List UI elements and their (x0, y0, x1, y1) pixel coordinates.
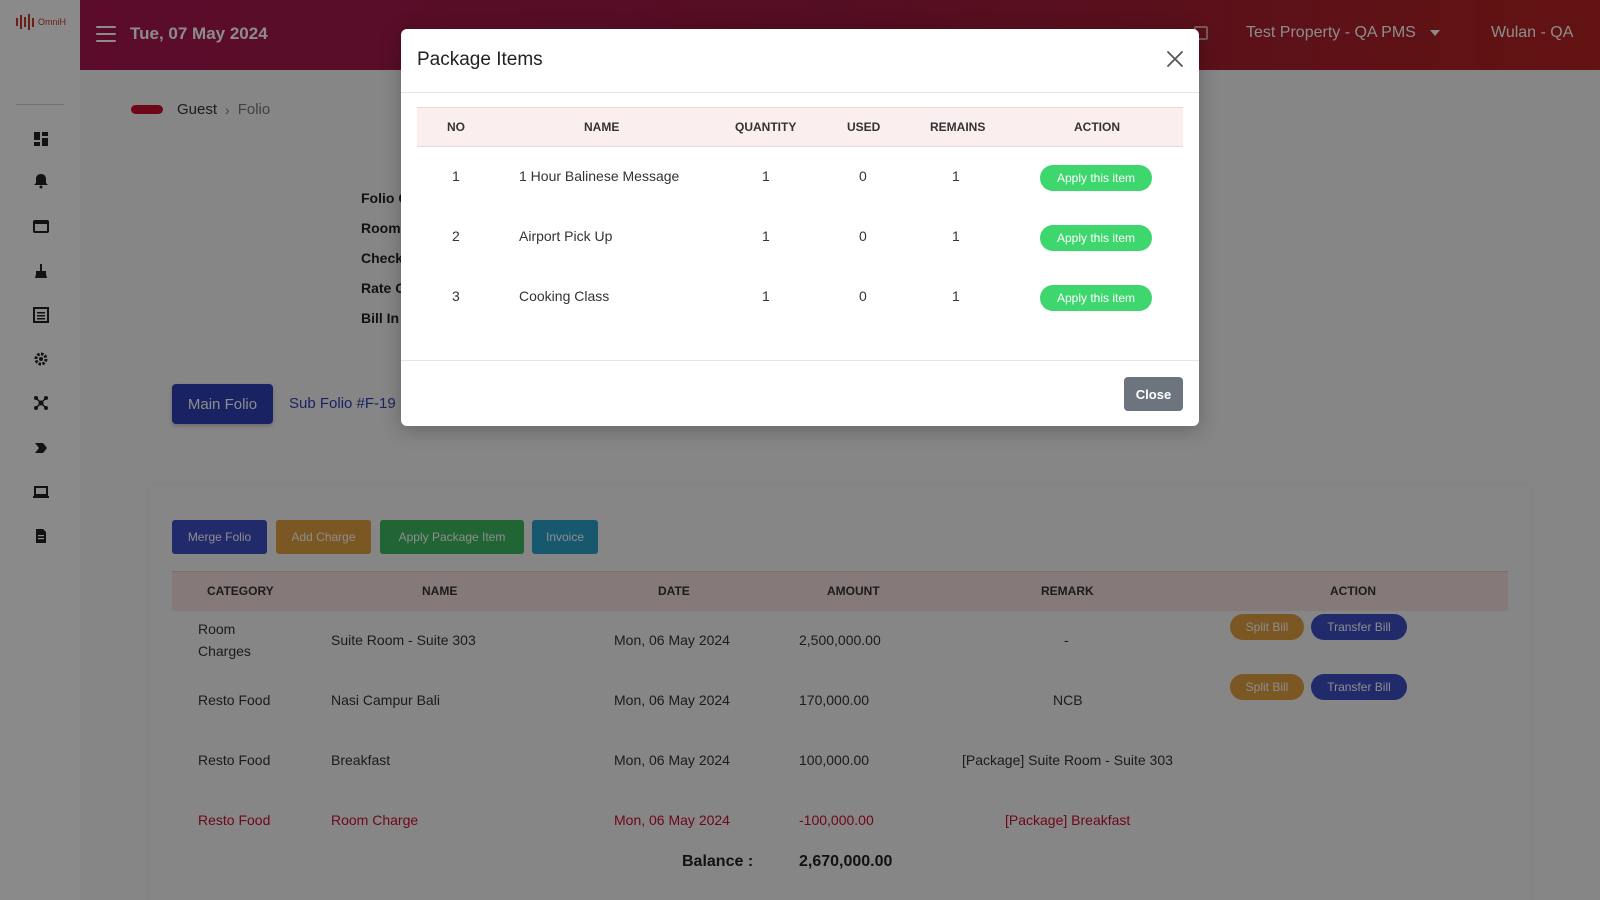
pkg-th-no: NO (447, 120, 465, 134)
pkg-row3-remains: 1 (952, 288, 960, 304)
pkg-row1-no: 1 (452, 168, 460, 184)
pkg-th-used: USED (847, 120, 881, 134)
pkg-row1-name: 1 Hour Balinese Message (519, 168, 680, 184)
pkg-row2-remains: 1 (952, 228, 960, 244)
pkg-row2-apply-button[interactable]: Apply this item (1040, 225, 1152, 251)
pkg-row2-quantity: 1 (762, 228, 770, 244)
pkg-row2-name: Airport Pick Up (519, 228, 613, 244)
pkg-row3-name: Cooking Class (519, 288, 610, 304)
pkg-th-quantity: QUANTITY (735, 120, 797, 134)
pkg-row1-remains: 1 (952, 168, 960, 184)
pkg-row1-used: 0 (859, 168, 867, 184)
pkg-row3-quantity: 1 (762, 288, 770, 304)
pkg-row1-apply-button[interactable]: Apply this item (1040, 165, 1152, 191)
modal-title: Package Items (417, 49, 543, 70)
pkg-row2-no: 2 (452, 228, 460, 244)
pkg-th-name: NAME (584, 120, 620, 134)
pkg-row2-used: 0 (859, 228, 867, 244)
package-items-modal: Package Items NO NAME QUANTITY USED REMA… (401, 29, 1199, 426)
package-table-header: NO NAME QUANTITY USED REMAINS ACTION (417, 107, 1183, 147)
pkg-th-remains: REMAINS (930, 120, 986, 134)
pkg-th-action: ACTION (1074, 120, 1120, 134)
modal-footer-divider (401, 360, 1199, 361)
close-icon[interactable] (1165, 49, 1185, 69)
pkg-row3-apply-button[interactable]: Apply this item (1040, 285, 1152, 311)
close-button[interactable]: Close (1124, 377, 1183, 411)
pkg-row3-no: 3 (452, 288, 460, 304)
pkg-row1-quantity: 1 (762, 168, 770, 184)
pkg-row3-used: 0 (859, 288, 867, 304)
modal-header-divider (401, 92, 1199, 93)
